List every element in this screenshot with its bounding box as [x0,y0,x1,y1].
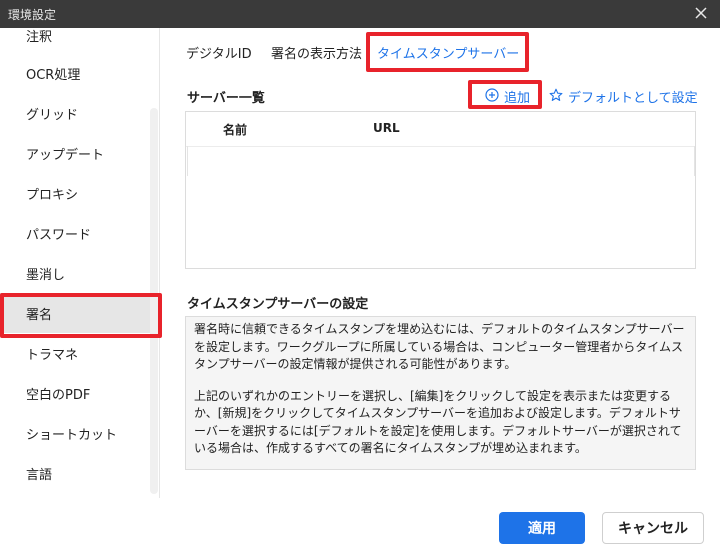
sidebar-item-label: プロキシ [26,187,79,203]
sidebar-item-signature[interactable]: 署名 [0,293,159,333]
window-title: 環境設定 [8,8,57,22]
server-table[interactable]: 名前 URL [185,111,696,269]
sidebar-item-ocr[interactable]: OCR処理 [0,53,159,93]
tab-digital-id[interactable]: デジタルID [186,43,252,62]
sidebar-item-label: トラマネ [26,347,79,363]
sidebar-item-label: 署名 [26,307,53,323]
sidebar-item-label: パスワード [26,227,92,243]
server-list-title: サーバー一覧 [187,91,265,106]
sidebar-item-label: アップデート [26,147,105,163]
sidebar-item-redaction[interactable]: 墨消し [0,253,159,293]
set-default-button[interactable]: デフォルトとして設定 [549,87,698,106]
tab-bar: デジタルID 署名の表示方法 タイムスタンプサーバー [161,28,720,78]
star-outline-icon [549,88,563,106]
sidebar-item-update[interactable]: アップデート [0,133,159,173]
description-paragraph: 署名時に信頼できるタイムスタンプを埋め込むには、デフォルトのタイムスタンプサーバ… [194,322,685,371]
table-header-divider [186,146,695,147]
sidebar-item-label: OCR処理 [26,67,81,83]
sidebar-item-password[interactable]: パスワード [0,213,159,253]
sidebar-item-trademark[interactable]: トラマネ [0,333,159,373]
timestamp-settings-description: 署名時に信頼できるタイムスタンプを埋め込むには、デフォルトのタイムスタンプサーバ… [185,316,696,470]
sidebar-item-annotation[interactable]: 注釈 [0,28,159,55]
sidebar-item-blank-pdf[interactable]: 空白のPDF [0,373,159,413]
sidebar-scrollbar[interactable] [150,108,158,494]
sidebar-item-label: グリッド [26,107,79,123]
sidebar-item-label: 注釈 [26,29,53,45]
timestamp-settings-title: タイムスタンプサーバーの設定 [187,297,369,312]
column-header-url[interactable]: URL [373,121,400,135]
sidebar-item-label: 言語 [26,467,53,483]
apply-button[interactable]: 適用 [499,512,585,544]
sidebar-item-shortcut[interactable]: ショートカット [0,413,159,453]
sidebar-item-grid[interactable]: グリッド [0,93,159,133]
table-row-edge [187,146,188,176]
sidebar-item-label: ショートカット [26,427,118,443]
window-titlebar: 環境設定 [0,0,720,28]
add-server-label: 追加 [504,91,531,106]
sidebar-item-label: 空白のPDF [26,387,91,403]
add-server-button[interactable]: 追加 [485,87,530,106]
tab-timestamp-server[interactable]: タイムスタンプサーバー [377,43,519,62]
cancel-button[interactable]: キャンセル [602,512,704,544]
close-icon[interactable] [692,4,710,22]
description-paragraph: 上記のいずれかのエントリーを選択し、[編集]をクリックして設定を表示または変更す… [194,388,682,456]
set-default-label: デフォルトとして設定 [568,91,698,106]
tab-signature-appearance[interactable]: 署名の表示方法 [271,43,362,62]
sidebar-item-proxy[interactable]: プロキシ [0,173,159,213]
settings-content: デジタルID 署名の表示方法 タイムスタンプサーバー サーバー一覧 追加 デフォ… [161,28,720,498]
table-row-edge [694,146,695,176]
sidebar-item-label: 墨消し [26,267,66,283]
settings-sidebar: 注釈 OCR処理 グリッド アップデート プロキシ パスワード 墨消し 署名 ト… [0,28,160,498]
sidebar-item-language[interactable]: 言語 [0,453,159,493]
column-header-name[interactable]: 名前 [223,121,247,138]
plus-circle-icon [485,87,499,106]
dialog-footer: 適用 キャンセル [0,498,720,559]
